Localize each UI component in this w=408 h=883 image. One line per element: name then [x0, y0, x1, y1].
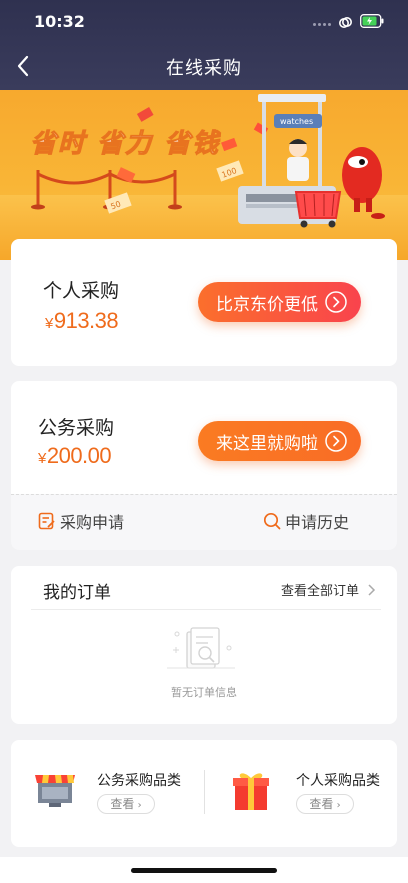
business-amount: ¥200.00 — [38, 443, 112, 469]
arrow-right-circle-icon — [325, 291, 347, 313]
nav-bar: 在线采购 — [0, 44, 408, 90]
arrow-right-circle-icon — [325, 430, 347, 452]
store-icon — [35, 775, 75, 807]
personal-category-view-button[interactable]: 查看 › — [296, 794, 354, 814]
personal-purchase-button[interactable]: 比京东价更低 — [198, 282, 361, 322]
personal-category-name: 个人采购品类 — [296, 773, 380, 789]
status-bar: 10:32 — [0, 0, 408, 44]
categories-card: 公务采购品类 查看 › 个人采购品类 查看 › — [11, 740, 397, 847]
status-time: 10:32 — [34, 12, 85, 31]
view-button-label: 查看 — [309, 797, 334, 811]
view-all-orders-link[interactable]: 查看全部订单 — [281, 580, 379, 599]
form-edit-icon — [38, 512, 55, 530]
chevron-right-icon — [368, 583, 376, 596]
home-indicator — [131, 868, 277, 873]
currency-symbol: ¥ — [45, 315, 53, 332]
business-purchase-button[interactable]: 来这里就购啦 — [198, 421, 361, 461]
personal-purchase-title: 个人采购 — [43, 280, 120, 302]
empty-orders-text: 暂无订单信息 — [171, 686, 237, 699]
currency-symbol: ¥ — [38, 450, 46, 467]
business-amount-value: 200.00 — [46, 443, 112, 468]
personal-purchase-card: 个人采购 ¥913.38 比京东价更低 — [11, 239, 397, 366]
view-all-orders-label: 查看全部订单 — [280, 584, 359, 599]
personal-purchase-button-label: 比京东价更低 — [216, 294, 318, 315]
shop-sign: watches — [280, 117, 313, 126]
apply-history-label: 申请历史 — [285, 513, 350, 532]
business-category-name: 公务采购品类 — [97, 773, 181, 789]
business-purchase-title: 公务采购 — [38, 417, 115, 439]
empty-orders-icon — [167, 627, 235, 669]
promo-banner[interactable]: 省时 省力 省钱 50 100 watches — [0, 90, 408, 260]
gift-icon — [233, 773, 269, 810]
personal-category[interactable]: 个人采购品类 查看 › — [205, 740, 397, 847]
personal-amount-value: 913.38 — [53, 308, 119, 333]
business-purchase-button-label: 来这里就购啦 — [216, 433, 318, 454]
chevron-right-icon: › — [333, 800, 341, 811]
business-category[interactable]: 公务采购品类 查看 › — [11, 740, 204, 847]
business-purchase-card: 公务采购 ¥200.00 来这里就购啦 — [11, 381, 397, 494]
banner-illustration: 省时 省力 省钱 50 100 watches — [0, 94, 408, 260]
view-button-label: 查看 — [110, 797, 135, 811]
my-orders-title: 我的订单 — [43, 583, 111, 603]
search-icon — [263, 512, 281, 530]
divider — [31, 609, 381, 610]
purchase-actions: 采购申请 申请历史 — [11, 494, 397, 550]
app-header: 10:32 在线采购 — [0, 0, 408, 90]
business-category-view-button[interactable]: 查看 › — [97, 794, 155, 814]
signal-icon — [313, 23, 333, 27]
purchase-apply-link[interactable]: 采购申请 — [38, 509, 124, 533]
svg-text:省时 省力 省钱: 省时 省力 省钱 — [30, 129, 221, 159]
my-orders-card: 我的订单 查看全部订单 暂无订单信息 — [11, 566, 397, 724]
apply-history-link[interactable]: 申请历史 — [263, 509, 349, 533]
chevron-right-icon: › — [134, 800, 142, 811]
purchase-apply-label: 采购申请 — [60, 513, 125, 532]
personal-amount: ¥913.38 — [45, 308, 119, 334]
battery-icon — [360, 14, 384, 28]
link-icon — [339, 17, 352, 28]
page-title: 在线采购 — [166, 58, 242, 79]
